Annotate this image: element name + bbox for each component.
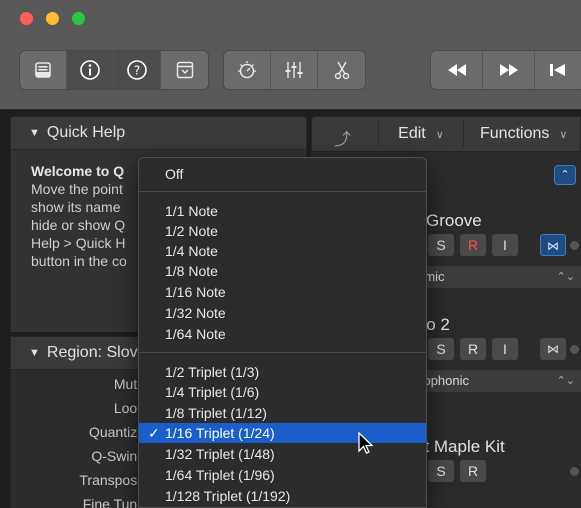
menu-separator — [139, 352, 426, 353]
quick-help-icon: ? — [127, 60, 147, 80]
bowtie-icon: ⋈ — [547, 342, 559, 356]
solo-button[interactable]: S — [428, 234, 454, 256]
smart-controls-icon — [238, 61, 256, 79]
menu-item-note[interactable]: 1/4 Note — [139, 241, 426, 261]
editors-button[interactable] — [318, 51, 365, 89]
editors-icon — [334, 61, 349, 80]
record-enable-button[interactable]: R — [460, 338, 486, 360]
input-monitor-button[interactable]: I — [492, 234, 518, 256]
transport-group — [430, 50, 581, 90]
region-param-q-swing[interactable]: Q-Swing — [91, 448, 145, 464]
fast-forward-button[interactable] — [483, 51, 535, 89]
quick-help-button[interactable]: ? — [114, 51, 161, 89]
track-lock-button[interactable]: ⋈ — [540, 234, 566, 256]
record-enable-button[interactable]: R — [460, 460, 486, 482]
functions-menu-button[interactable]: Functions ∨ — [468, 121, 581, 147]
track-name[interactable]: ht Maple Kit — [415, 437, 505, 457]
library-button[interactable] — [20, 51, 67, 89]
toolbar: ? — [0, 0, 581, 110]
solo-button[interactable]: S — [428, 460, 454, 482]
menu-item-note[interactable]: 1/64 Note — [139, 324, 426, 344]
functions-menu-label: Functions — [480, 125, 550, 142]
mixer-button[interactable] — [271, 51, 318, 89]
close-window-button[interactable] — [20, 12, 33, 25]
menu-item-note[interactable]: 1/8 Note — [139, 261, 426, 281]
menu-separator — [139, 191, 426, 192]
inspector-button[interactable] — [67, 51, 114, 89]
menu-item-note[interactable]: 1/1 Note — [139, 201, 426, 221]
minimize-window-button[interactable] — [46, 12, 59, 25]
mixer-icon — [285, 62, 303, 78]
quick-help-header[interactable]: ▼ Quick Help — [10, 116, 307, 150]
menu-item-note[interactable]: 1/16 Note — [139, 282, 426, 302]
library-icon — [35, 62, 51, 78]
disclosure-triangle-icon: ▼ — [29, 127, 40, 139]
menu-item-label: 1/16 Triplet (1/24) — [165, 425, 275, 441]
chevron-down-icon: ∨ — [435, 128, 444, 141]
view-buttons-group: ? — [19, 50, 209, 90]
menu-item-triplet[interactable]: 1/4 Triplet (1/6) — [139, 382, 426, 402]
rewind-button[interactable] — [431, 51, 483, 89]
region-param-transpose[interactable]: Transpose — [79, 472, 145, 488]
activity-led — [570, 345, 579, 354]
input-monitor-button[interactable]: I — [492, 338, 518, 360]
region-title: Region: Slov — [46, 344, 138, 361]
bowtie-icon: ⋈ — [547, 239, 559, 253]
menu-item-triplet[interactable]: 1/8 Triplet (1/12) — [139, 403, 426, 423]
menu-item-triplet[interactable]: 1/128 Triplet (1/192) — [139, 486, 426, 506]
record-enable-button[interactable]: R — [460, 234, 486, 256]
track-filter-button[interactable]: ⌃ — [554, 165, 576, 185]
activity-led — [570, 467, 579, 476]
fast-forward-icon — [499, 64, 518, 76]
chevron-updown-icon: ⌃⌄ — [556, 375, 575, 387]
svg-text:?: ? — [134, 64, 140, 78]
edit-menu-button[interactable]: Edit ∨ — [378, 121, 464, 147]
region-param-fine-tune[interactable]: Fine Tune — [83, 496, 145, 508]
track-lock-button[interactable]: ⋈ — [540, 338, 566, 360]
quick-help-title: Quick Help — [46, 124, 126, 141]
menu-item-triplet[interactable]: 1/64 Triplet (1/96) — [139, 465, 426, 485]
quantize-dropdown-menu: Off 1/1 Note 1/2 Note 1/4 Note 1/8 Note … — [138, 157, 427, 508]
back-arrow-icon[interactable]: ⤴ — [334, 125, 351, 150]
inspector-icon — [80, 60, 100, 80]
menu-item-note[interactable]: 1/32 Note — [139, 303, 426, 323]
toolbar-toggle-button[interactable] — [161, 51, 208, 89]
zoom-window-button[interactable] — [72, 12, 85, 25]
region-param-quantize[interactable]: Quantize — [89, 424, 145, 440]
checkmark-icon: ✓ — [148, 425, 160, 441]
activity-led — [570, 241, 579, 250]
chevron-down-icon: ∨ — [559, 128, 568, 141]
go-to-start-icon — [550, 64, 565, 76]
solo-button[interactable]: S — [428, 338, 454, 360]
smart-controls-button[interactable] — [224, 51, 271, 89]
tracks-header: ⤴ Edit ∨ Functions ∨ — [311, 116, 581, 152]
edit-menu-label: Edit — [398, 125, 426, 142]
menu-item-triplet[interactable]: 1/2 Triplet (1/3) — [139, 362, 426, 382]
smart-controls-group — [223, 50, 366, 90]
mouse-pointer-icon — [358, 432, 374, 454]
disclosure-triangle-icon: ▼ — [29, 347, 40, 359]
filter-icon: ⌃ — [560, 169, 570, 181]
menu-item-off[interactable]: Off — [139, 164, 426, 184]
chevron-updown-icon: ⌃⌄ — [556, 271, 575, 283]
toolbar-toggle-icon — [176, 61, 193, 79]
rewind-icon — [447, 64, 466, 76]
menu-item-note[interactable]: 1/2 Note — [139, 221, 426, 241]
go-to-start-button[interactable] — [535, 51, 581, 89]
menu-item-triplet[interactable]: 1/32 Triplet (1/48) — [139, 444, 426, 464]
menu-item-triplet-selected[interactable]: ✓ 1/16 Triplet (1/24) — [139, 423, 426, 443]
